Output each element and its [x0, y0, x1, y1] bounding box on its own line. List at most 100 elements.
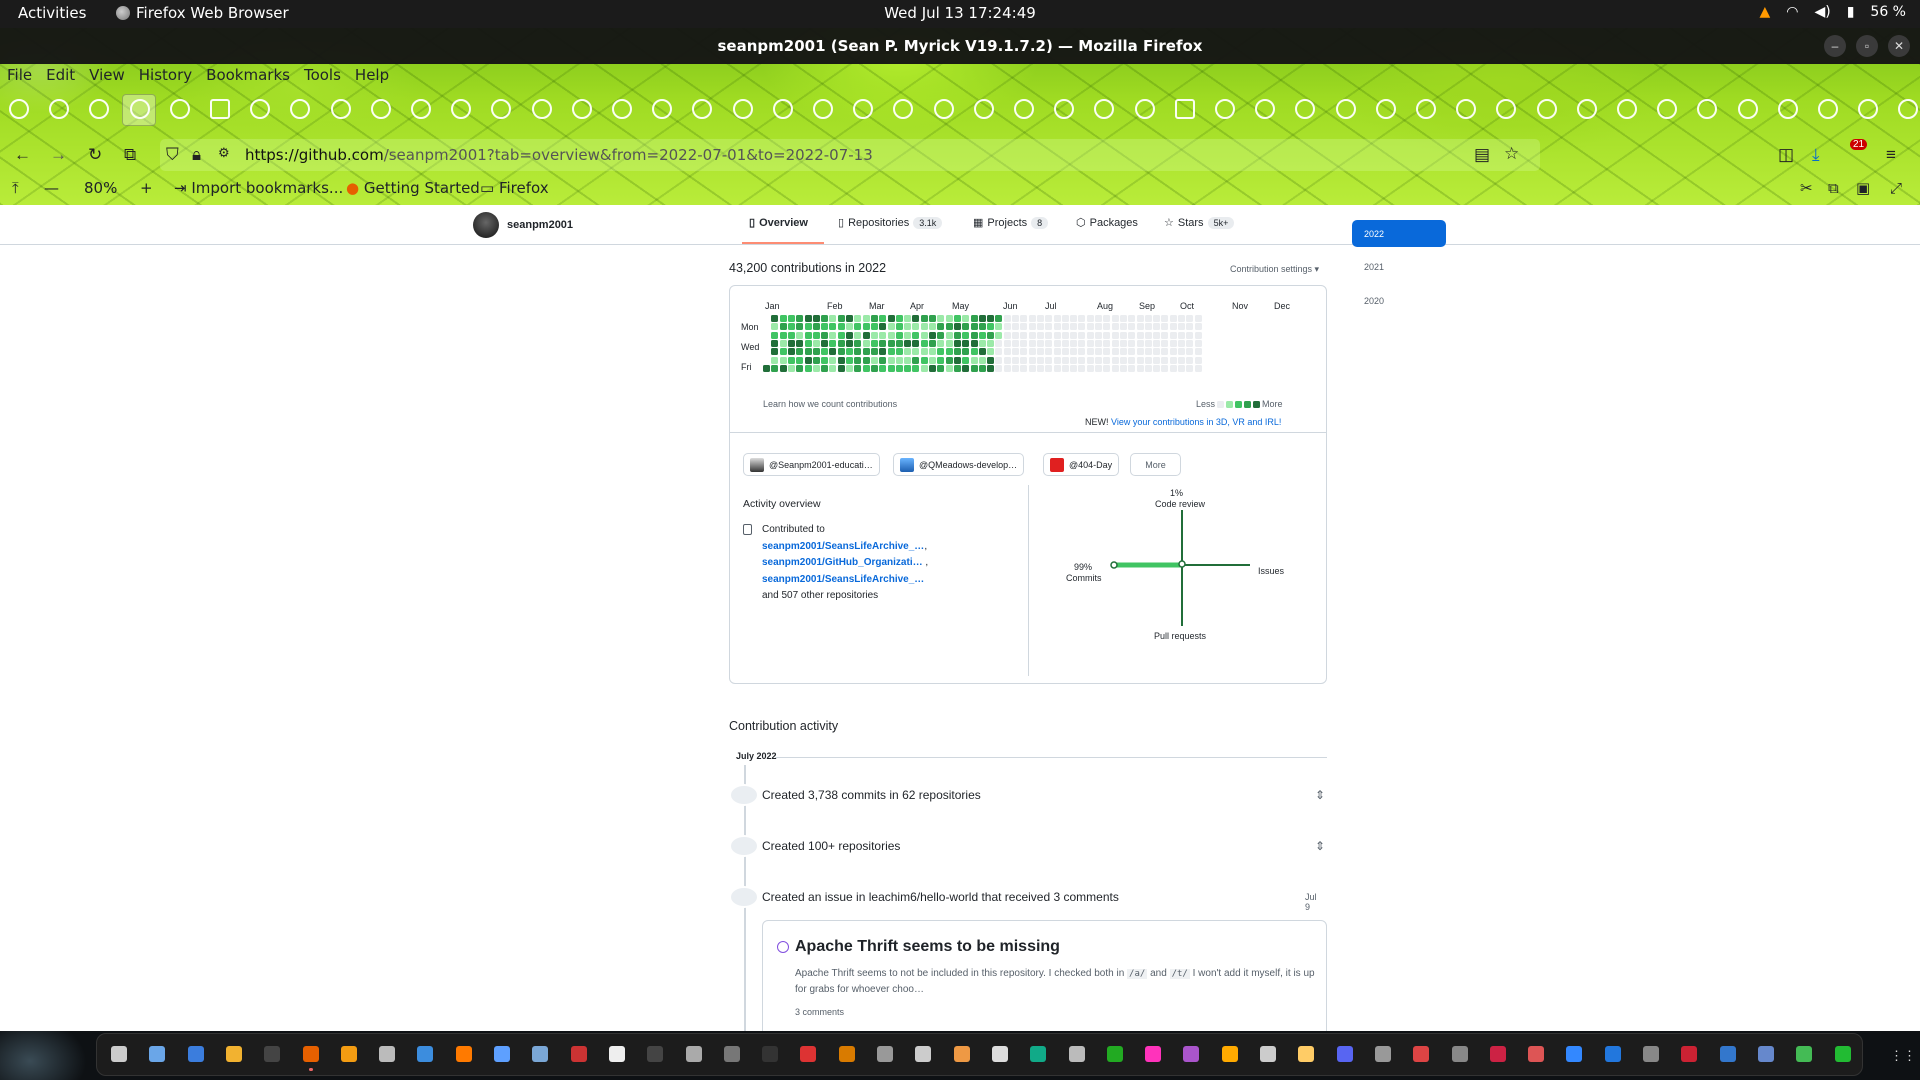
contribution-day-cell[interactable]	[945, 339, 953, 347]
contribution-day-cell[interactable]	[763, 364, 770, 372]
contribution-day-cell[interactable]	[1045, 339, 1053, 347]
contribution-day-cell[interactable]	[945, 331, 953, 339]
contribution-day-cell[interactable]	[854, 364, 862, 372]
contribution-day-cell[interactable]	[912, 356, 920, 364]
contribution-day-cell[interactable]	[1053, 323, 1061, 331]
dock-app-icon[interactable]	[302, 1046, 319, 1071]
contribution-day-cell[interactable]	[821, 339, 829, 347]
contribution-day-cell[interactable]	[962, 339, 970, 347]
dock-app-icon[interactable]	[1413, 1046, 1430, 1062]
contribution-day-cell[interactable]	[1128, 339, 1136, 347]
contribution-day-cell[interactable]	[1070, 323, 1078, 331]
contribution-day-cell[interactable]	[1136, 315, 1144, 322]
contribution-day-cell[interactable]	[837, 323, 845, 331]
contribution-day-cell[interactable]	[978, 323, 986, 331]
contribution-day-cell[interactable]	[837, 348, 845, 356]
contribution-day-cell[interactable]	[1028, 364, 1036, 372]
contribution-day-cell[interactable]	[846, 323, 853, 331]
tab-favicon-icon[interactable]	[169, 99, 190, 119]
contribution-day-cell[interactable]	[1086, 331, 1094, 339]
contribution-day-cell[interactable]	[1128, 323, 1136, 331]
contribution-day-cell[interactable]	[1136, 339, 1144, 347]
contribution-day-cell[interactable]	[1095, 339, 1102, 347]
contribution-day-cell[interactable]	[978, 364, 986, 372]
copy-icon[interactable]: ⧉	[1828, 179, 1839, 197]
contribution-day-cell[interactable]	[1003, 364, 1011, 372]
contribution-day-cell[interactable]	[846, 315, 853, 322]
contribution-day-cell[interactable]	[1136, 331, 1144, 339]
sidebar-toggle-icon[interactable]: ⤒	[12, 179, 19, 197]
contribution-day-cell[interactable]	[1194, 315, 1202, 322]
contribution-day-cell[interactable]	[962, 348, 970, 356]
contribution-day-cell[interactable]	[987, 356, 995, 364]
contribution-day-cell[interactable]	[1153, 348, 1161, 356]
tab-favicon-icon[interactable]	[893, 99, 914, 119]
contribution-day-cell[interactable]	[796, 323, 804, 331]
tab-favicon-icon[interactable]	[1054, 99, 1075, 119]
contribution-day-cell[interactable]	[929, 348, 936, 356]
battery-icon[interactable]: ▮	[1847, 4, 1855, 20]
contribution-day-cell[interactable]	[771, 356, 779, 364]
contribution-day-cell[interactable]	[987, 331, 995, 339]
contribution-day-cell[interactable]	[1003, 323, 1011, 331]
contribution-day-cell[interactable]	[1153, 356, 1161, 364]
contribution-day-cell[interactable]	[912, 323, 920, 331]
contribution-day-cell[interactable]	[937, 331, 945, 339]
contribution-day-cell[interactable]	[846, 364, 853, 372]
vlc-icon[interactable]: ▲	[1759, 4, 1770, 20]
repo-link[interactable]: seanpm2001/GitHub_Organizati…	[762, 557, 923, 568]
contribution-day-cell[interactable]	[854, 348, 862, 356]
forward-icon[interactable]: →	[50, 145, 67, 165]
contribution-day-cell[interactable]	[771, 315, 779, 322]
more-orgs-button[interactable]: More	[1130, 453, 1181, 476]
contribution-day-cell[interactable]	[771, 364, 779, 372]
contribution-day-cell[interactable]	[937, 323, 945, 331]
contribution-day-cell[interactable]	[962, 323, 970, 331]
contribution-day-cell[interactable]	[1095, 331, 1102, 339]
contribution-day-cell[interactable]	[812, 331, 820, 339]
contribution-day-cell[interactable]	[1194, 356, 1202, 364]
contribution-day-cell[interactable]	[978, 348, 986, 356]
contribution-day-cell[interactable]	[1020, 348, 1028, 356]
contribution-day-cell[interactable]	[879, 339, 887, 347]
contribution-day-cell[interactable]	[787, 339, 795, 347]
contribution-day-cell[interactable]	[862, 339, 870, 347]
dock-app-icon[interactable]	[1489, 1046, 1506, 1062]
contribution-day-cell[interactable]	[1053, 348, 1061, 356]
minimize-button[interactable]: –	[1824, 35, 1846, 57]
dock-app-icon[interactable]	[1528, 1046, 1545, 1062]
dock-app-icon[interactable]	[915, 1046, 932, 1062]
contribution-day-cell[interactable]	[1003, 348, 1011, 356]
show-apps-icon[interactable]: ⋮⋮	[1890, 1048, 1916, 1064]
activities-button[interactable]: Activities	[18, 4, 86, 22]
year-2022[interactable]: 2022	[1352, 220, 1446, 247]
tab-favicon-icon[interactable]	[692, 99, 713, 119]
window-titlebar[interactable]: seanpm2001 (Sean P. Myrick V19.1.7.2) — …	[0, 28, 1920, 64]
contribution-day-cell[interactable]	[879, 356, 887, 364]
tab-favicon-icon[interactable]	[290, 99, 311, 119]
tab-favicon-icon[interactable]	[1536, 99, 1557, 119]
contribution-day-cell[interactable]	[829, 323, 837, 331]
contribution-day-cell[interactable]	[912, 364, 920, 372]
contribution-day-cell[interactable]	[1078, 323, 1086, 331]
contribution-day-cell[interactable]	[812, 339, 820, 347]
contribution-day-cell[interactable]	[1086, 339, 1094, 347]
contribution-day-cell[interactable]	[796, 364, 804, 372]
tab-favicon-icon[interactable]	[370, 99, 391, 119]
contribution-day-cell[interactable]	[1153, 364, 1161, 372]
contribution-day-cell[interactable]	[1053, 315, 1061, 322]
contribution-day-cell[interactable]	[1012, 323, 1019, 331]
contribution-day-cell[interactable]	[978, 331, 986, 339]
contribution-day-cell[interactable]	[1061, 339, 1069, 347]
dock-app-icon[interactable]	[1451, 1046, 1468, 1062]
dock-app-icon[interactable]	[991, 1046, 1008, 1062]
contribution-day-cell[interactable]	[1095, 356, 1102, 364]
tab-favicon-icon[interactable]	[1094, 99, 1115, 119]
contribution-day-cell[interactable]	[1078, 339, 1086, 347]
contribution-day-cell[interactable]	[1020, 315, 1028, 322]
contribution-day-cell[interactable]	[1078, 348, 1086, 356]
tab-favicon-icon[interactable]	[1456, 99, 1477, 119]
dock-app-icon[interactable]	[417, 1046, 434, 1062]
contribution-day-cell[interactable]	[970, 323, 978, 331]
contribution-day-cell[interactable]	[995, 339, 1003, 347]
